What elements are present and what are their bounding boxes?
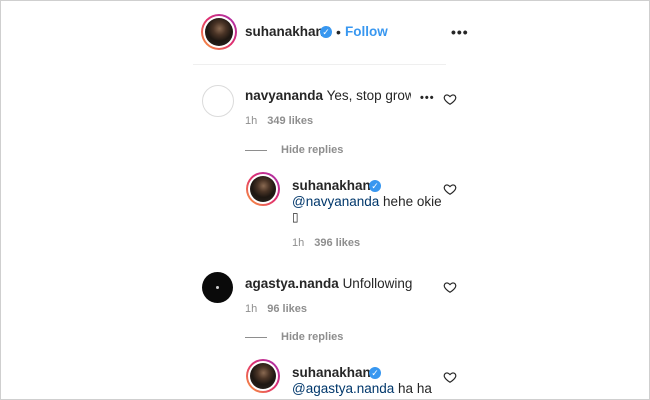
post-author-avatar[interactable] [201,14,237,50]
reply-mention-link[interactable]: @navyananda [292,194,379,209]
comment-more-options-icon[interactable]: ••• [420,92,435,104]
comment-time: 1h [245,115,258,127]
comment-username[interactable]: agastya.nanda [245,276,339,291]
more-options-icon[interactable]: ••• [451,24,469,40]
follow-button[interactable]: Follow [345,24,388,39]
verified-badge-icon: ✓ [369,180,381,192]
commenter-avatar[interactable] [202,85,234,117]
verified-badge-icon: ✓ [369,367,381,379]
separator-dot: • [336,24,341,40]
comment-likes[interactable]: 349 likes [267,115,313,127]
reply-emoji: ▯ [292,210,299,224]
hide-replies-button[interactable]: Hide replies [245,144,343,156]
hide-replies-line [245,149,267,151]
comment-username[interactable]: navyananda [245,88,323,103]
comment-text: Yes, stop growing [326,88,411,103]
comment-body: agastya.nanda Unfollowing [245,276,412,291]
comment-time: 1h [245,303,258,315]
reply-mention-link[interactable]: @agastya.nanda [292,381,394,396]
post-author-username[interactable]: suhanakhan2 [245,24,331,39]
commenter-avatar[interactable] [202,272,233,303]
reply-author-avatar[interactable] [246,359,280,393]
heart-icon[interactable] [443,280,457,294]
reply-text: ha ha [398,381,432,396]
reply-body: @navyananda hehe okie [292,194,442,209]
comment-text: Unfollowing [342,276,413,291]
reply-body: @agastya.nanda ha ha [292,381,432,396]
hide-replies-label: Hide replies [281,144,344,156]
hide-replies-button[interactable]: Hide replies [245,331,343,343]
reply-likes[interactable]: 396 likes [314,237,360,249]
heart-icon[interactable] [443,92,457,106]
heart-icon[interactable] [443,182,457,196]
verified-badge-icon: ✓ [320,26,332,38]
reply-username[interactable]: suhanakhan2 [292,178,378,193]
reply-text: hehe okie [383,194,442,209]
heart-icon[interactable] [443,370,457,384]
reply-time: 1h [292,237,305,249]
reply-author-avatar[interactable] [246,172,280,206]
comment-body: navyananda Yes, stop growing [245,88,411,103]
reply-username[interactable]: suhanakhan2 [292,365,378,380]
reply-meta: 1h 396 likes [292,237,360,249]
comment-likes[interactable]: 96 likes [267,303,307,315]
hide-replies-label: Hide replies [281,331,344,343]
header-divider [193,64,446,65]
comment-meta: 1h 96 likes [245,303,307,315]
hide-replies-line [245,336,267,338]
comment-meta: 1h 349 likes [245,115,313,127]
